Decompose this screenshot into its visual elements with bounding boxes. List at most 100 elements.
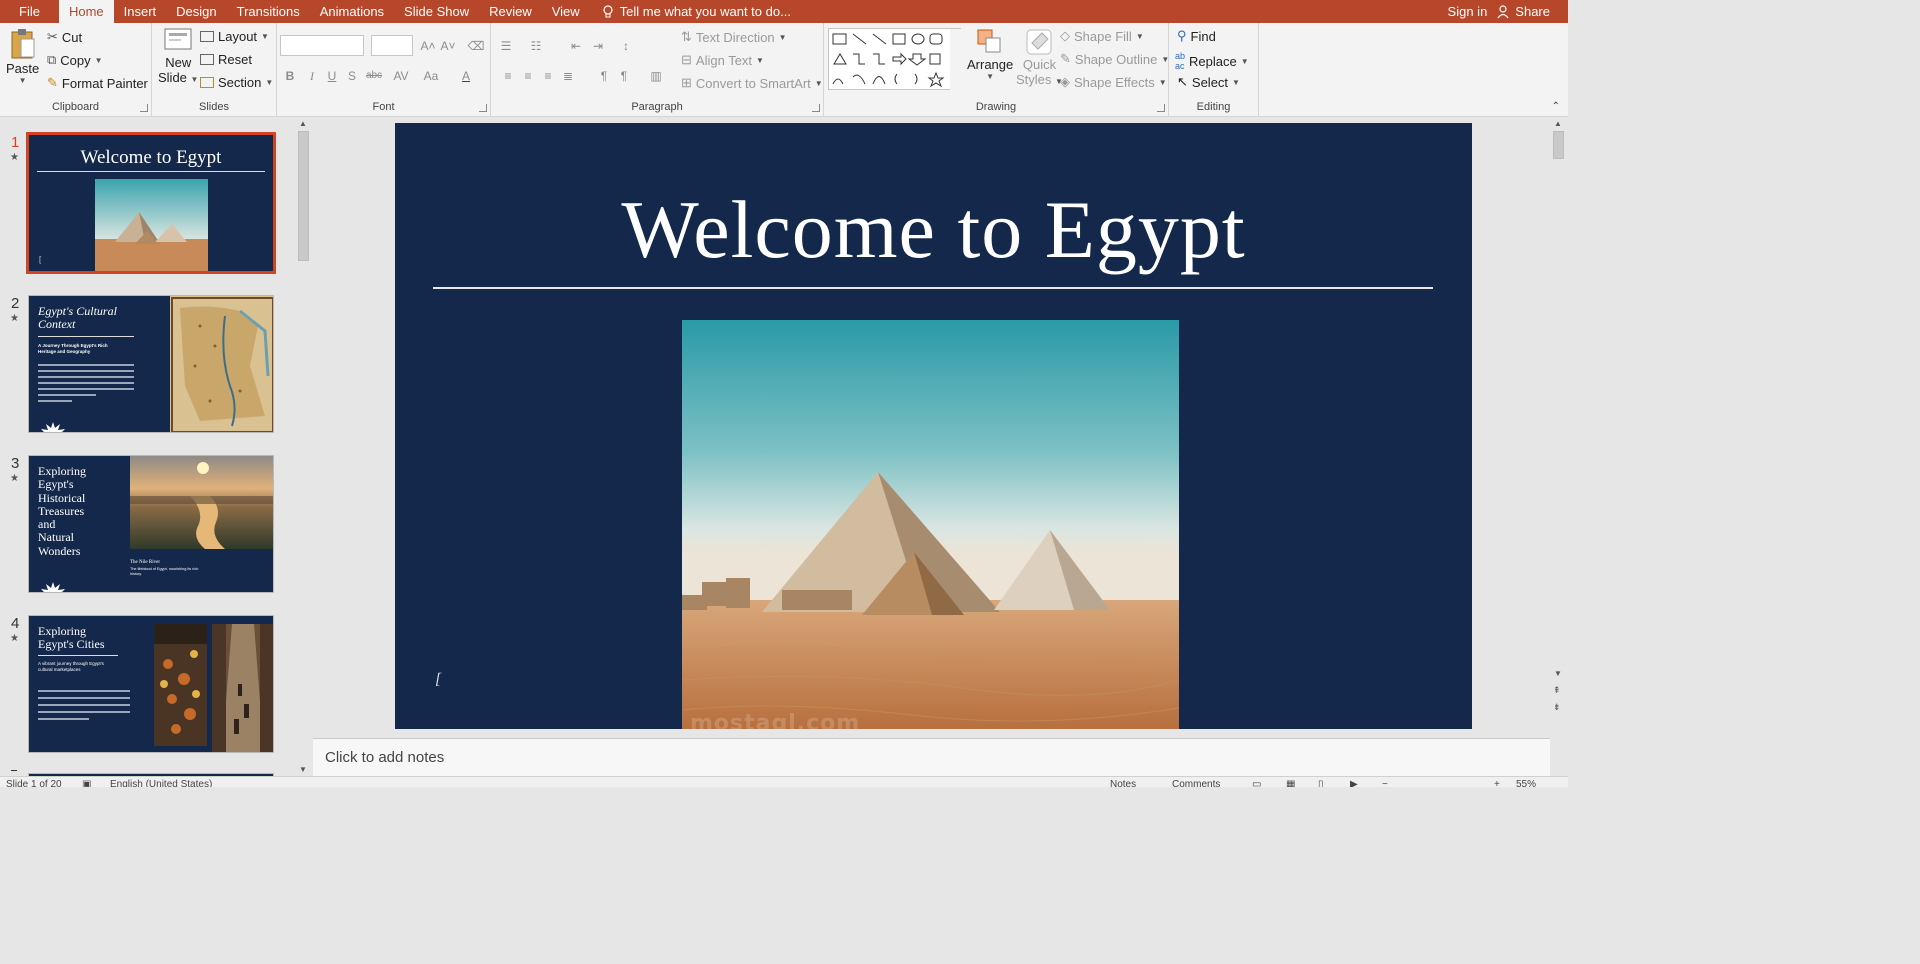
italic-button[interactable]: I bbox=[303, 67, 321, 85]
next-slide-icon[interactable]: ⇟ bbox=[1553, 702, 1561, 713]
text-direction-button[interactable]: ⇅ Text Direction ▼ bbox=[681, 29, 787, 45]
slide-scrollbar[interactable]: ▲ ▼ ⇞ ⇟ bbox=[1550, 117, 1567, 734]
scroll-up-icon[interactable]: ▲ bbox=[299, 119, 307, 128]
share-button[interactable]: Share bbox=[1497, 4, 1550, 19]
shape-fill-button[interactable]: ◇ Shape Fill ▼ bbox=[1060, 28, 1144, 44]
replace-button[interactable]: ab ac Replace ▼ bbox=[1175, 51, 1249, 71]
scroll-up-icon[interactable]: ▲ bbox=[1554, 119, 1562, 128]
notes-pane[interactable]: Click to add notes bbox=[313, 738, 1550, 776]
animation-star-icon: ★ bbox=[10, 152, 19, 163]
shape-outline-button[interactable]: ✎ Shape Outline ▼ bbox=[1060, 51, 1169, 67]
sign-in-link[interactable]: Sign in bbox=[1448, 4, 1488, 19]
align-right-icon[interactable]: ≡ bbox=[539, 67, 557, 85]
ltr-direction-icon[interactable]: ¶ bbox=[595, 67, 613, 85]
thumbnail-scrollbar[interactable]: ▲ ▼ bbox=[295, 117, 312, 776]
tab-animations[interactable]: Animations bbox=[310, 0, 394, 23]
decrease-indent-icon[interactable]: ⇤ bbox=[567, 37, 585, 55]
align-text-button[interactable]: ⊟ Align Text ▼ bbox=[681, 52, 764, 68]
cut-button[interactable]: ✂ Cut bbox=[47, 29, 82, 45]
quick-styles-button[interactable]: Quick Styles ▼ bbox=[1016, 27, 1063, 87]
ribbon-home: Paste ▼ ✂ Cut ⧉ Copy ▼ ✎ Format Painter … bbox=[0, 23, 1568, 117]
paragraph-launcher-icon[interactable] bbox=[812, 104, 820, 112]
select-button[interactable]: ↖ Select ▼ bbox=[1177, 74, 1240, 90]
tab-transitions[interactable]: Transitions bbox=[227, 0, 310, 23]
slideshow-view-icon[interactable]: ▶ bbox=[1350, 779, 1358, 787]
shapes-gallery[interactable] bbox=[828, 28, 961, 91]
slide-thumbnail[interactable]: Exploring Egypt's Cities A vibrant journ… bbox=[28, 615, 274, 753]
section-button[interactable]: Section ▼ bbox=[200, 75, 273, 90]
language-indicator[interactable]: English (United States) bbox=[110, 779, 212, 787]
align-center-icon[interactable]: ≡ bbox=[519, 67, 537, 85]
tab-view[interactable]: View bbox=[542, 0, 590, 23]
shape-effects-button[interactable]: ◈ Shape Effects ▼ bbox=[1060, 74, 1167, 90]
slide-thumbnail[interactable]: Exploring Egypt's Historical Treasures a… bbox=[28, 455, 274, 593]
slide-sorter-icon[interactable]: ▦ bbox=[1286, 779, 1295, 787]
line-spacing-icon[interactable]: ↕ bbox=[617, 37, 635, 55]
zoom-in-icon[interactable]: + bbox=[1494, 779, 1500, 787]
format-painter-button[interactable]: ✎ Format Painter bbox=[47, 75, 148, 91]
increase-font-size-icon[interactable]: A˄ bbox=[419, 37, 437, 55]
copy-button[interactable]: ⧉ Copy ▼ bbox=[47, 52, 103, 68]
scroll-down-icon[interactable]: ▼ bbox=[1554, 669, 1562, 678]
reading-view-icon[interactable]: ▯ bbox=[1318, 779, 1324, 787]
text-shadow-button[interactable]: S bbox=[343, 67, 361, 85]
scrollbar-thumb[interactable] bbox=[1553, 131, 1564, 159]
paste-caret-icon[interactable]: ▼ bbox=[19, 76, 27, 85]
zoom-out-icon[interactable]: − bbox=[1382, 779, 1388, 787]
justify-icon[interactable]: ≣ bbox=[559, 67, 577, 85]
new-slide-button[interactable]: New Slide ▼ bbox=[158, 27, 198, 85]
comments-toggle[interactable]: Comments bbox=[1172, 779, 1220, 787]
clear-formatting-icon[interactable]: ⌫ bbox=[467, 37, 485, 55]
convert-smartart-button[interactable]: ⊞ Convert to SmartArt ▼ bbox=[681, 75, 823, 91]
numbering-icon[interactable]: ☷ bbox=[527, 37, 545, 55]
bullets-icon[interactable]: ☰ bbox=[497, 37, 515, 55]
thumbnail-title-line: Egypt's Cities bbox=[38, 637, 105, 651]
slide-title[interactable]: Welcome to Egypt bbox=[395, 183, 1472, 277]
rtl-direction-icon[interactable]: ¶ bbox=[615, 67, 633, 85]
columns-icon[interactable]: ▥ bbox=[647, 67, 665, 85]
scroll-down-icon[interactable]: ▼ bbox=[299, 765, 307, 774]
normal-view-icon[interactable]: ▭ bbox=[1252, 779, 1261, 787]
scrollbar-thumb[interactable] bbox=[298, 131, 309, 261]
reset-button[interactable]: Reset bbox=[200, 52, 252, 67]
slide-thumbnail[interactable]: Egypt's Cultural Context A Journey Throu… bbox=[28, 295, 274, 433]
tab-review[interactable]: Review bbox=[479, 0, 542, 23]
cursor-arrow-icon: ↖ bbox=[1177, 74, 1188, 89]
current-slide[interactable]: Welcome to Egypt [mostaql.com bbox=[395, 123, 1472, 729]
clipboard-launcher-icon[interactable] bbox=[140, 104, 148, 112]
character-spacing-button[interactable]: AV bbox=[389, 67, 413, 85]
pyramids-photo[interactable] bbox=[682, 320, 1179, 729]
change-case-button[interactable]: Aa bbox=[419, 67, 443, 85]
sunburst-decoration-icon bbox=[41, 582, 65, 592]
spelling-icon[interactable]: ▣ bbox=[82, 779, 91, 787]
slide-thumbnail[interactable]: Welcome to Egypt [ bbox=[26, 132, 276, 274]
increase-indent-icon[interactable]: ⇥ bbox=[589, 37, 607, 55]
paste-button[interactable]: Paste ▼ bbox=[6, 27, 39, 85]
align-left-icon[interactable]: ≡ bbox=[499, 67, 517, 85]
font-size-combo[interactable] bbox=[371, 35, 413, 56]
tab-home[interactable]: Home bbox=[58, 0, 114, 23]
font-launcher-icon[interactable] bbox=[479, 104, 487, 112]
tab-file[interactable]: File bbox=[0, 0, 59, 23]
decrease-font-size-icon[interactable]: A˅ bbox=[439, 37, 457, 55]
font-name-combo[interactable] bbox=[280, 35, 364, 56]
tab-design[interactable]: Design bbox=[166, 0, 226, 23]
thumbnail-body-text-lines bbox=[38, 690, 130, 725]
zoom-level[interactable]: 55% bbox=[1516, 779, 1536, 787]
group-paragraph: ☰ ☷ ⇤ ⇥ ↕ ≡ ≡ ≡ ≣ ¶ ¶ ▥ ⇅ Text Direction… bbox=[491, 23, 824, 117]
arrange-button[interactable]: Arrange ▼ bbox=[967, 27, 1013, 81]
tell-me-box[interactable]: Tell me what you want to do... bbox=[590, 0, 791, 23]
tab-insert[interactable]: Insert bbox=[114, 0, 167, 23]
notes-toggle[interactable]: Notes bbox=[1110, 779, 1136, 787]
tab-slide-show[interactable]: Slide Show bbox=[394, 0, 479, 23]
previous-slide-icon[interactable]: ⇞ bbox=[1553, 685, 1561, 696]
copy-caret-icon[interactable]: ▼ bbox=[95, 56, 103, 65]
bold-button[interactable]: B bbox=[281, 67, 299, 85]
layout-button[interactable]: Layout ▼ bbox=[200, 29, 269, 44]
font-color-button[interactable]: A bbox=[457, 67, 475, 85]
drawing-launcher-icon[interactable] bbox=[1157, 104, 1165, 112]
collapse-ribbon-icon[interactable]: ⌃ bbox=[1552, 101, 1560, 112]
strikethrough-button[interactable]: abc bbox=[365, 67, 383, 85]
find-button[interactable]: ⚲ Find bbox=[1177, 28, 1216, 44]
underline-button[interactable]: U bbox=[323, 67, 341, 85]
